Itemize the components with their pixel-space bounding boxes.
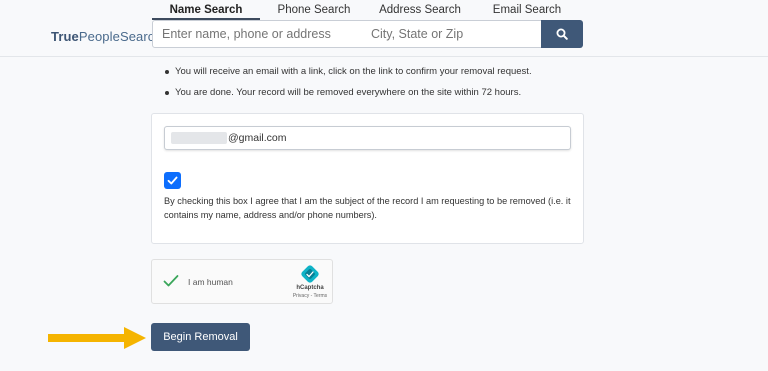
agreement-checkbox[interactable]	[164, 172, 181, 189]
hcaptcha-widget[interactable]: I am human hCaptcha Privacy - Terms	[151, 259, 333, 304]
tab-address-search[interactable]: Address Search	[370, 4, 470, 19]
search-button[interactable]	[541, 20, 583, 48]
site-header: TruePeopleSearch Name Search Phone Searc…	[0, 0, 768, 57]
captcha-brand: hCaptcha	[296, 285, 324, 291]
search-bar	[152, 20, 542, 48]
search-tabs: Name Search Phone Search Address Search …	[152, 4, 582, 19]
checkmark-icon	[163, 275, 179, 287]
checkmark-icon	[167, 176, 178, 185]
arrow-right-icon	[48, 327, 146, 349]
tab-email-search[interactable]: Email Search	[477, 4, 577, 19]
redacted-email-user	[171, 132, 227, 144]
captcha-links[interactable]: Privacy - Terms	[290, 293, 330, 299]
search-icon	[556, 28, 568, 40]
search-query-input[interactable]	[162, 27, 352, 41]
hcaptcha-logo-icon	[301, 265, 319, 283]
tab-phone-search[interactable]: Phone Search	[264, 4, 364, 19]
agreement-text: By checking this box I agree that I am t…	[164, 196, 571, 220]
instruction-item: You are done. Your record will be remove…	[164, 87, 594, 99]
instruction-list: You will receive an email with a link, c…	[164, 66, 594, 108]
instruction-item: You will receive an email with a link, c…	[164, 66, 594, 78]
logo-regular: PeopleSearch	[78, 29, 162, 44]
captcha-label: I am human	[188, 277, 233, 287]
email-value: @gmail.com	[228, 132, 287, 144]
search-location-input[interactable]	[371, 27, 531, 41]
tab-name-search[interactable]: Name Search	[152, 4, 260, 19]
email-field[interactable]: @gmail.com	[164, 126, 571, 150]
site-logo[interactable]: TruePeopleSearch	[51, 29, 162, 44]
begin-removal-button[interactable]: Begin Removal	[151, 323, 250, 351]
logo-bold: True	[51, 29, 79, 44]
